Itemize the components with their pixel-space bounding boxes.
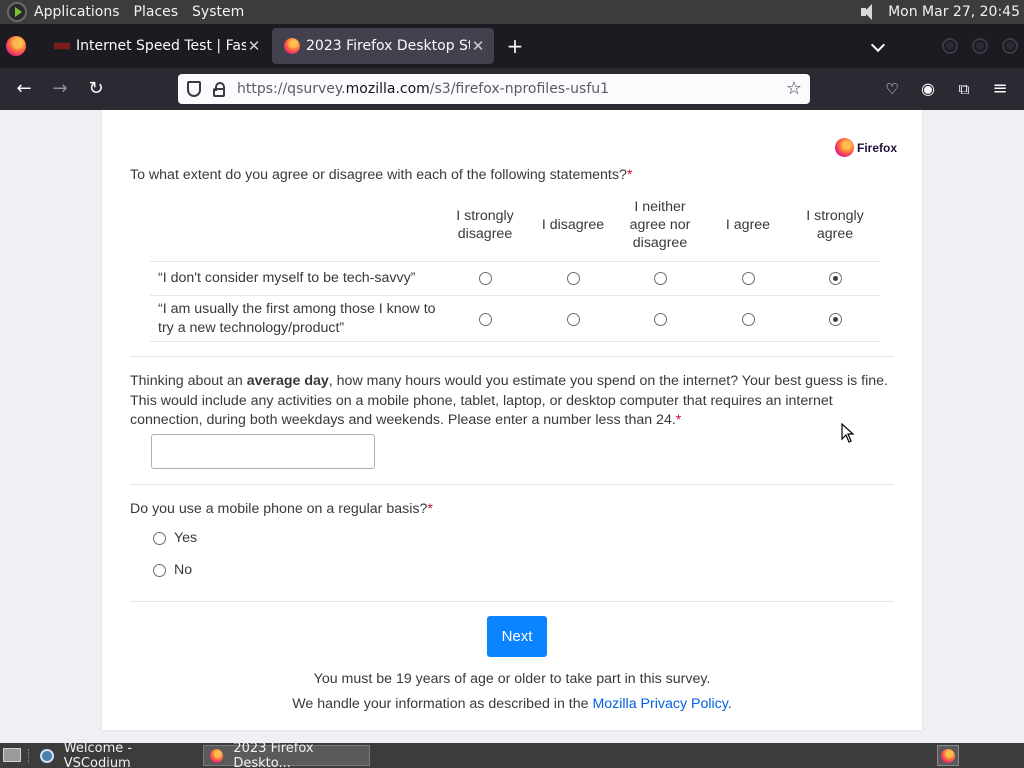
column-header: I agree [725,217,771,233]
question-1: To what extent do you agree or disagree … [130,167,632,183]
radio-agree[interactable] [742,272,755,285]
taskbar-item-vscodium[interactable]: Welcome - VSCodium [34,741,200,768]
privacy-policy-link[interactable]: Mozilla Privacy Policy [592,696,727,712]
question-2: Thinking about an average day, how many … [130,372,890,431]
fast-com-favicon-icon [54,42,70,50]
radio-strongly-disagree[interactable] [479,313,492,326]
radio-disagree[interactable] [567,313,580,326]
back-icon[interactable]: ← [14,79,34,99]
tray-firefox[interactable] [937,745,959,766]
clock[interactable]: Mon Mar 27, 20:45 [888,4,1020,20]
tab-strip: Internet Speed Test | Fast.com ✕ 2023 Fi… [0,24,1024,68]
url-bar[interactable]: https://qsurvey.mozilla.com/s3/firefox-n… [178,74,810,104]
new-tab-icon[interactable]: + [504,34,526,58]
question-3-text: Do you use a mobile phone on a regular b… [130,501,428,517]
column-header: I disagree [541,217,605,233]
divider [130,356,894,357]
row-statement: “I am usually the first among those I kn… [158,301,436,336]
column-header: I neither agree nor disagree [629,199,691,251]
privacy-text-end: . [727,696,732,712]
navigation-toolbar: ← → ↻ https://qsurvey.mozilla.com/s3/fir… [0,68,1024,110]
firefox-logo-icon [835,138,854,157]
radio-strongly-agree[interactable] [829,313,842,326]
row-statement: “I don't consider myself to be tech-savv… [158,270,416,286]
next-button[interactable]: Next [487,616,547,657]
privacy-text: We handle your information as described … [292,696,593,712]
firefox-icon [210,748,224,763]
url-text[interactable]: https://qsurvey.mozilla.com/s3/firefox-n… [237,81,609,97]
menu-hamburger-icon[interactable]: ≡ [990,79,1010,99]
matrix-bottom-border [150,341,880,342]
radio-neither[interactable] [654,313,667,326]
radio-strongly-agree[interactable] [829,272,842,285]
option-yes[interactable]: Yes [153,530,197,546]
account-icon[interactable]: ◉ [918,79,938,99]
radio-disagree[interactable] [567,272,580,285]
distro-logo-icon[interactable] [7,2,27,22]
list-all-tabs-icon[interactable] [870,38,886,54]
top-panel: Applications Places System Mon Mar 27, 2… [0,0,1024,24]
divider [130,484,894,485]
forward-icon[interactable]: → [50,79,70,99]
question-2-text-before: Thinking about an [130,373,247,389]
privacy-notice: We handle your information as described … [102,696,922,712]
firefox-brand: Firefox [835,138,897,157]
close-tab-icon[interactable]: ✕ [470,37,486,55]
matrix-row: “I am usually the first among those I kn… [150,295,880,341]
tab-firefox-study[interactable]: 2023 Firefox Desktop Study ✕ [272,28,494,64]
page-viewport: Firefox To what extent do you agree or d… [0,110,1024,743]
radio-yes[interactable] [153,531,166,545]
tab-fast-com[interactable]: Internet Speed Test | Fast.com ✕ [42,28,270,64]
required-mark: * [427,501,433,517]
taskbar-item-label: 2023 Firefox Deskto... [233,740,314,768]
close-tab-icon[interactable]: ✕ [246,37,262,55]
show-desktop-icon[interactable] [3,748,21,762]
taskbar-item-firefox[interactable]: 2023 Firefox Deskto... [203,741,370,768]
question-3: Do you use a mobile phone on a regular b… [130,501,433,517]
reload-icon[interactable]: ↻ [86,79,106,99]
divider [130,601,894,602]
radio-neither[interactable] [654,272,667,285]
places-menu[interactable]: Places [134,4,179,20]
taskbar-separator [28,749,30,763]
bottom-taskbar: Welcome - VSCodium 2023 Firefox Deskto..… [0,741,1024,768]
bookmark-star-icon[interactable]: ☆ [786,78,802,99]
radio-agree[interactable] [742,313,755,326]
column-header: I strongly disagree [456,208,514,242]
required-mark: * [675,412,682,428]
taskbar-item-label: Welcome - VSCodium [63,740,133,768]
pocket-icon[interactable]: ♡ [882,79,902,99]
radio-strongly-disagree[interactable] [479,272,492,285]
option-label: Yes [174,530,198,546]
tab-title: 2023 Firefox Desktop Study [306,38,470,54]
maximize-window-icon[interactable] [972,38,988,54]
radio-no[interactable] [153,563,166,577]
option-no[interactable]: No [153,562,192,578]
matrix-row: “I don't consider myself to be tech-savv… [150,261,880,295]
lock-icon[interactable] [213,81,225,97]
option-label: No [174,562,193,578]
age-notice: You must be 19 years of age or older to … [313,671,711,687]
close-window-icon[interactable] [1002,38,1018,54]
column-header: I strongly agree [806,208,864,242]
extensions-icon[interactable]: ⧉ [954,79,974,99]
tracking-protection-shield-icon[interactable] [187,81,201,97]
system-menu[interactable]: System [192,4,244,20]
question-1-text: To what extent do you agree or disagree … [130,167,627,183]
brand-name: Firefox [857,140,898,155]
survey-card: Firefox To what extent do you agree or d… [102,110,922,730]
hours-input[interactable] [151,434,375,469]
firefox-view-icon[interactable] [6,36,26,56]
vscodium-icon [40,748,54,763]
firefox-favicon-icon [284,38,300,54]
applications-menu[interactable]: Applications [34,4,120,20]
firefox-tray-icon [941,748,955,763]
minimize-window-icon[interactable] [942,38,958,54]
volume-icon[interactable] [858,3,878,21]
required-mark: * [626,167,633,183]
question-2-emphasis: average day [246,373,329,389]
tab-title: Internet Speed Test | Fast.com [76,38,246,54]
